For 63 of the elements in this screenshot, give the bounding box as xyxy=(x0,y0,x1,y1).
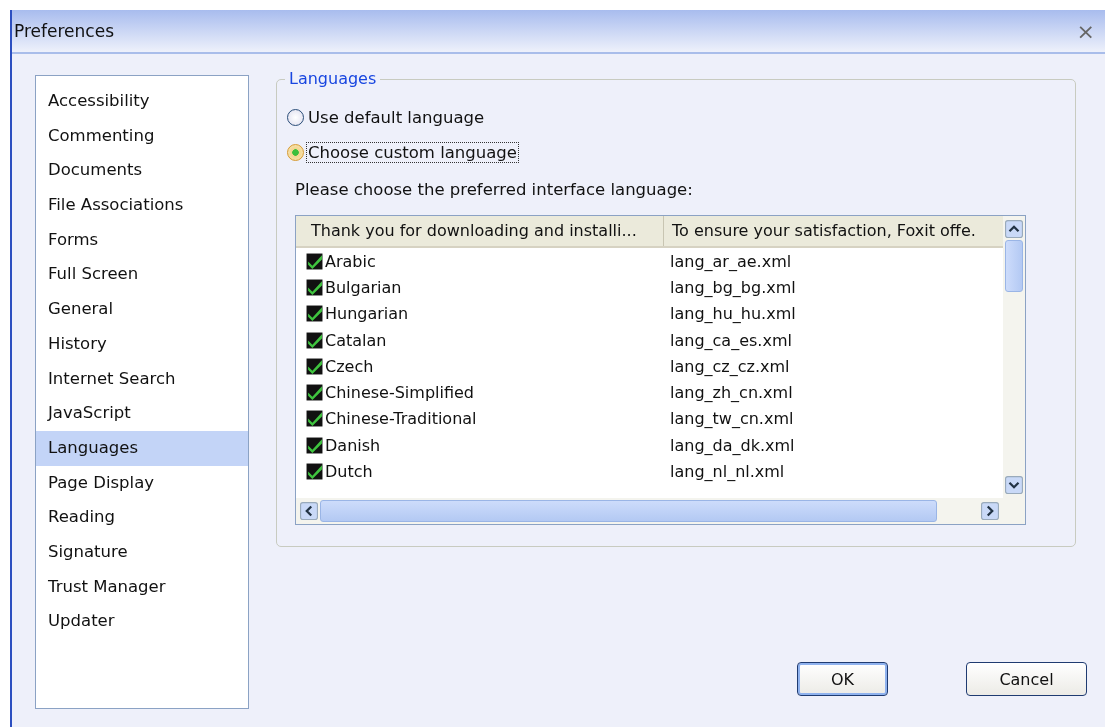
category-item[interactable]: File Associations xyxy=(36,188,248,223)
scroll-left-icon[interactable] xyxy=(300,502,318,520)
window-title: Preferences xyxy=(14,21,114,41)
file-name: lang_cz_cz.xml xyxy=(670,356,790,376)
column-header[interactable]: To ensure your satisfaction, Foxit offe. xyxy=(664,216,1003,246)
category-item[interactable]: General xyxy=(36,292,248,327)
checkbox[interactable] xyxy=(306,463,323,480)
file-name: lang_nl_nl.xml xyxy=(670,462,785,481)
category-item[interactable]: Updater xyxy=(36,604,248,639)
checkbox[interactable] xyxy=(306,357,323,375)
checkbox[interactable] xyxy=(306,331,323,349)
close-button[interactable]: × xyxy=(1072,18,1099,44)
language-name: Bulgarian xyxy=(325,277,402,297)
column-header[interactable]: Thank you for downloading and installi... xyxy=(296,216,664,246)
checkbox[interactable] xyxy=(306,252,323,270)
radio-option[interactable]: Use default language xyxy=(287,100,1075,135)
group-title: Languages xyxy=(285,69,381,88)
language-name: Danish xyxy=(325,435,381,455)
language-name: Chinese-Traditional xyxy=(325,409,477,429)
dialog-button[interactable]: Cancel xyxy=(966,662,1087,696)
radio-button[interactable] xyxy=(287,109,304,126)
vertical-scrollbar[interactable] xyxy=(1003,216,1025,524)
prompt-text: Please choose the preferred interface language: xyxy=(295,179,694,201)
scroll-thumb[interactable] xyxy=(1005,240,1023,292)
category-item[interactable]: Internet Search xyxy=(36,361,248,397)
checkbox[interactable] xyxy=(306,384,323,402)
checkbox[interactable] xyxy=(306,305,323,323)
scroll-up-icon[interactable] xyxy=(1005,220,1023,238)
category-item[interactable]: Commenting xyxy=(36,118,248,154)
checkbox[interactable] xyxy=(306,410,323,428)
file-name: lang_da_dk.xml xyxy=(670,435,795,455)
language-name: Dutch xyxy=(325,462,373,481)
category-item[interactable]: JavaScript xyxy=(36,396,248,431)
scroll-thumb[interactable] xyxy=(320,500,937,522)
category-item[interactable]: History xyxy=(36,326,248,362)
category-item[interactable]: Accessibility xyxy=(36,84,248,119)
category-item[interactable]: Documents xyxy=(36,153,248,189)
category-item[interactable]: Page Display xyxy=(36,465,248,501)
category-item[interactable]: Signature xyxy=(36,534,248,570)
radio-button[interactable] xyxy=(287,144,304,161)
file-name: lang_bg_bg.xml xyxy=(670,277,796,297)
category-item[interactable]: Languages xyxy=(36,430,248,466)
file-name: lang_tw_cn.xml xyxy=(670,409,794,429)
scroll-right-icon[interactable] xyxy=(981,502,999,520)
file-name: lang_ca_es.xml xyxy=(670,330,792,350)
category-item[interactable]: Trust Manager xyxy=(36,569,248,605)
category-item[interactable]: Forms xyxy=(36,222,248,258)
radio-option[interactable]: Choose custom language xyxy=(287,135,1075,170)
file-name: lang_hu_hu.xml xyxy=(670,304,796,324)
scroll-down-icon[interactable] xyxy=(1005,476,1023,494)
checkbox[interactable] xyxy=(306,278,323,296)
category-item[interactable]: Full Screen xyxy=(36,257,248,293)
language-name: Chinese-Simplified xyxy=(325,383,474,403)
checkbox[interactable] xyxy=(306,436,323,454)
category-item[interactable]: Reading xyxy=(36,500,248,535)
language-name: Arabic xyxy=(325,251,376,271)
language-name: Catalan xyxy=(325,330,387,350)
language-name: Czech xyxy=(325,356,374,376)
language-name: Hungarian xyxy=(325,304,409,324)
dialog-button[interactable]: OK xyxy=(797,662,888,696)
file-name: lang_ar_ae.xml xyxy=(670,251,792,271)
file-name: lang_zh_cn.xml xyxy=(670,383,793,403)
horizontal-scrollbar[interactable] xyxy=(296,498,1003,524)
